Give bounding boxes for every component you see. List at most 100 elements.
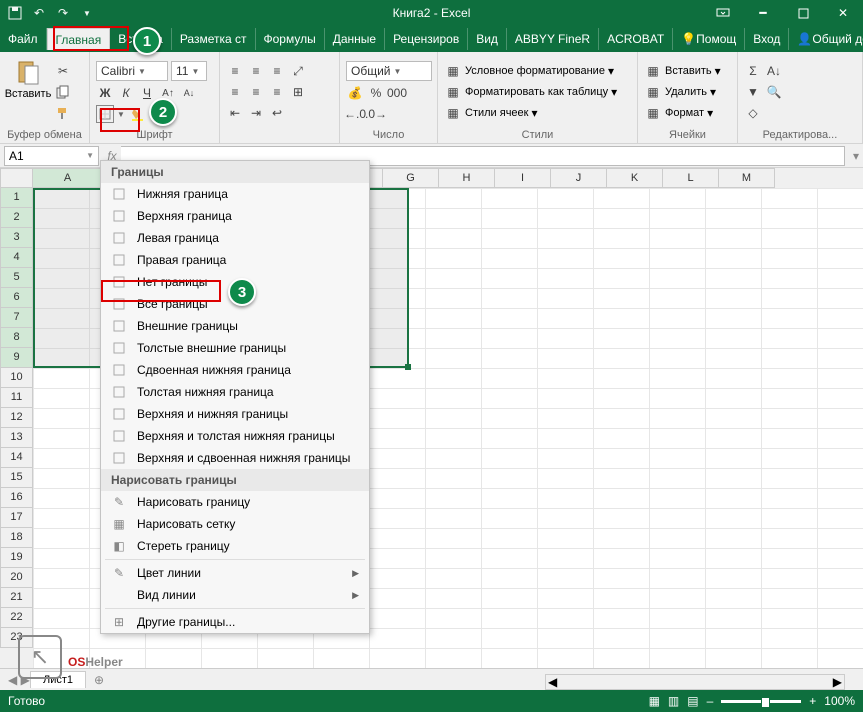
view-page-icon[interactable]: ▥ (668, 694, 679, 708)
align-center-icon[interactable]: ≡ (247, 83, 265, 101)
border-option[interactable]: Внешние границы (101, 315, 369, 337)
row-header[interactable]: 9 (0, 348, 33, 368)
wrap-text-icon[interactable]: ↩ (268, 104, 286, 122)
row-header[interactable]: 12 (0, 408, 33, 428)
col-header[interactable]: H (439, 168, 495, 188)
shrink-font-icon[interactable]: A↓ (180, 84, 198, 102)
sort-filter-icon[interactable]: A↓ (765, 62, 783, 80)
clear-icon[interactable]: ◇ (744, 104, 762, 122)
col-header[interactable]: K (607, 168, 663, 188)
border-option[interactable]: Верхняя и сдвоенная нижняя границы (101, 447, 369, 469)
format-painter-icon[interactable] (54, 104, 72, 122)
border-option[interactable]: Левая граница (101, 227, 369, 249)
increase-indent-icon[interactable]: ⇥ (247, 104, 265, 122)
border-option[interactable]: Сдвоенная нижняя граница (101, 359, 369, 381)
row-header[interactable]: 6 (0, 288, 33, 308)
row-header[interactable]: 2 (0, 208, 33, 228)
percent-icon[interactable]: % (367, 84, 385, 102)
draw-border-option[interactable]: ◧Стереть границу (101, 535, 369, 557)
formula-expand-icon[interactable]: ▾ (849, 149, 863, 163)
col-header[interactable]: G (383, 168, 439, 188)
row-header[interactable]: 8 (0, 328, 33, 348)
line-color-item[interactable]: ✎Цвет линии▶ (101, 562, 369, 584)
format-cells-button[interactable]: ▦Формат▾ (644, 104, 731, 122)
tell-me[interactable]: 💡 Помощ (673, 28, 745, 50)
redo-icon[interactable]: ↷ (54, 4, 72, 22)
comma-icon[interactable]: 000 (388, 84, 406, 102)
align-left-icon[interactable]: ≡ (226, 83, 244, 101)
decrease-decimal-icon[interactable]: .0→ (367, 105, 385, 123)
format-as-table-button[interactable]: ▦Форматировать как таблицу▾ (444, 83, 631, 101)
delete-cells-button[interactable]: ▦Удалить▾ (644, 83, 731, 101)
cell-styles-button[interactable]: ▦Стили ячеек▾ (444, 104, 631, 122)
row-header[interactable]: 15 (0, 468, 33, 488)
row-header[interactable]: 18 (0, 528, 33, 548)
minimize-icon[interactable]: ━ (743, 0, 783, 26)
qat-customize-icon[interactable]: ▼ (78, 4, 96, 22)
row-header[interactable]: 22 (0, 608, 33, 628)
zoom-out-icon[interactable]: – (707, 694, 714, 708)
view-normal-icon[interactable]: ▦ (649, 694, 660, 708)
insert-cells-button[interactable]: ▦Вставить▾ (644, 62, 731, 80)
col-header[interactable]: L (663, 168, 719, 188)
zoom-slider[interactable] (721, 700, 801, 703)
line-style-item[interactable]: Вид линии▶ (101, 584, 369, 606)
sign-in[interactable]: Вход (745, 28, 789, 50)
zoom-in-icon[interactable]: + (809, 694, 816, 708)
row-header[interactable]: 1 (0, 188, 33, 208)
col-header[interactable]: I (495, 168, 551, 188)
tab-formulas[interactable]: Формулы (256, 28, 325, 50)
draw-border-option[interactable]: ▦Нарисовать сетку (101, 513, 369, 535)
fill-icon[interactable]: ▼ (744, 83, 762, 101)
col-header[interactable]: M (719, 168, 775, 188)
col-header[interactable]: J (551, 168, 607, 188)
accounting-icon[interactable]: 💰 (346, 84, 364, 102)
ribbon-options-icon[interactable] (703, 0, 743, 26)
row-header[interactable]: 3 (0, 228, 33, 248)
row-header[interactable]: 13 (0, 428, 33, 448)
name-box[interactable]: A1▼ (4, 146, 99, 166)
underline-icon[interactable]: Ч (138, 84, 156, 102)
row-header[interactable]: 14 (0, 448, 33, 468)
row-header[interactable]: 10 (0, 368, 33, 388)
border-option[interactable]: Правая граница (101, 249, 369, 271)
tab-abbyy[interactable]: ABBYY FineR (507, 28, 599, 50)
row-header[interactable]: 7 (0, 308, 33, 328)
border-option[interactable]: Нижняя граница (101, 183, 369, 205)
view-break-icon[interactable]: ▤ (687, 694, 698, 708)
select-all-corner[interactable] (0, 168, 33, 188)
fill-handle[interactable] (405, 364, 411, 370)
tab-layout[interactable]: Разметка ст (172, 28, 256, 50)
row-header[interactable]: 11 (0, 388, 33, 408)
paste-button[interactable]: Вставить (6, 56, 50, 128)
more-borders-item[interactable]: ⊞Другие границы... (101, 611, 369, 633)
row-header[interactable]: 5 (0, 268, 33, 288)
share-button[interactable]: 👤 Общий доступ (789, 28, 863, 50)
number-format-combo[interactable]: Общий▼ (346, 61, 432, 81)
row-header[interactable]: 4 (0, 248, 33, 268)
tab-view[interactable]: Вид (468, 28, 507, 50)
copy-icon[interactable] (54, 83, 72, 101)
save-icon[interactable] (6, 4, 24, 22)
close-icon[interactable]: ✕ (823, 0, 863, 26)
italic-icon[interactable]: К (117, 84, 135, 102)
align-top-icon[interactable]: ≡ (226, 62, 244, 80)
border-option[interactable]: Толстые внешние границы (101, 337, 369, 359)
row-header[interactable]: 17 (0, 508, 33, 528)
orientation-icon[interactable]: ⤢ (289, 62, 307, 80)
maximize-icon[interactable] (783, 0, 823, 26)
merge-icon[interactable]: ⊞ (289, 83, 307, 101)
undo-icon[interactable]: ↶ (30, 4, 48, 22)
font-size-combo[interactable]: 11▼ (171, 61, 207, 81)
increase-decimal-icon[interactable]: ←.0 (346, 105, 364, 123)
row-header[interactable]: 20 (0, 568, 33, 588)
col-header[interactable]: A (33, 168, 103, 188)
row-header[interactable]: 21 (0, 588, 33, 608)
row-header[interactable]: 16 (0, 488, 33, 508)
conditional-formatting-button[interactable]: ▦Условное форматирование▾ (444, 62, 631, 80)
autosum-icon[interactable]: Σ (744, 62, 762, 80)
tab-review[interactable]: Рецензиров (385, 28, 468, 50)
cut-icon[interactable]: ✂ (54, 62, 72, 80)
horizontal-scrollbar[interactable]: ◀▶ (545, 674, 845, 690)
align-bottom-icon[interactable]: ≡ (268, 62, 286, 80)
